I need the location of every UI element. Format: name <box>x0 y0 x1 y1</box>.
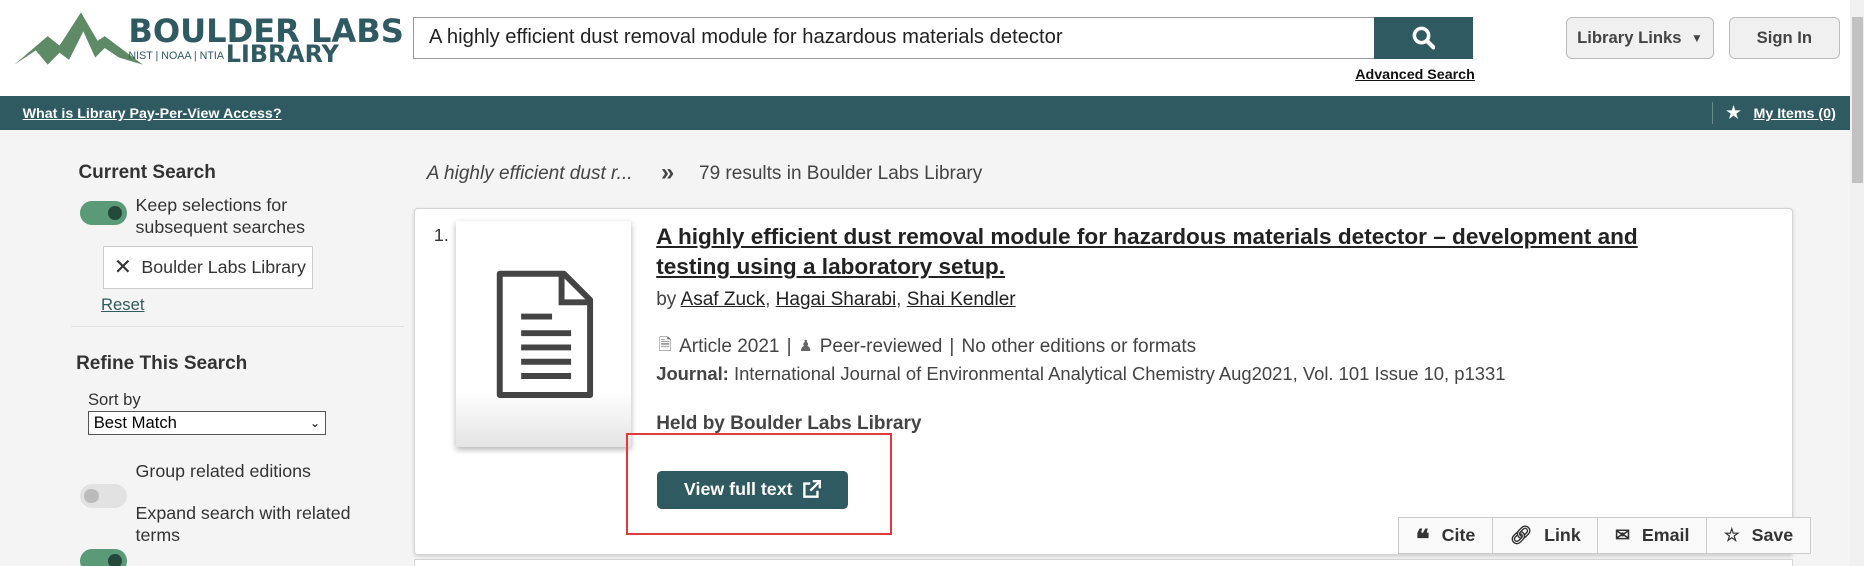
scrollbar-thumb[interactable] <box>1852 16 1863 184</box>
held-by: Held by Boulder Labs Library <box>656 412 922 434</box>
result-actions: ❝ Cite 🔗︎ Link ✉ Email ☆ Save <box>1398 517 1811 554</box>
chevron-down-icon: ⌄ <box>310 416 320 431</box>
reset-link[interactable]: Reset <box>101 294 144 317</box>
next-result-card <box>413 558 1793 566</box>
keep-selections-toggle[interactable] <box>79 200 128 225</box>
result-thumbnail[interactable] <box>456 221 632 447</box>
author-link[interactable]: Asaf Zuck <box>681 289 766 310</box>
link-label: Link <box>1544 525 1581 546</box>
sign-in-button[interactable]: Sign In <box>1728 16 1841 60</box>
current-search-heading: Current Search <box>78 161 216 183</box>
search-icon <box>1412 26 1436 50</box>
chevron-right-icon: » <box>660 159 675 187</box>
link-icon: 🔗︎ <box>1509 525 1533 546</box>
journal: International Journal of Environmental A… <box>733 362 1506 384</box>
group-editions-toggle[interactable] <box>79 483 128 508</box>
refine-heading: Refine This Search <box>76 353 248 375</box>
result-number: 1. <box>433 224 449 245</box>
by-label: by <box>656 288 677 310</box>
authors-line: by Asaf Zuck, Hagai Sharabi, Shai Kendle… <box>656 288 1016 310</box>
link-button[interactable]: 🔗︎ Link <box>1493 518 1599 553</box>
document-icon <box>496 270 593 398</box>
search-button[interactable] <box>1374 16 1473 60</box>
email-label: Email <box>1641 525 1690 546</box>
save-button[interactable]: ☆ Save <box>1707 518 1810 553</box>
quote-icon: ❝ <box>1415 524 1430 556</box>
header: BOULDER LABS NIST | NOAA | NTIA LIBRARY … <box>0 0 1850 97</box>
envelope-icon: ✉ <box>1615 525 1630 546</box>
star-outline-icon: ☆ <box>1723 525 1740 546</box>
divider <box>71 325 405 327</box>
star-icon: ★ <box>1726 103 1742 123</box>
group-editions-label: Group related editions <box>135 461 311 482</box>
article-icon: 🗎 <box>658 334 672 354</box>
keep-selections-label: Keep selections for subsequent searches <box>135 194 305 238</box>
info-bar: What is Library Pay-Per-View Access? ★ M… <box>0 96 1850 130</box>
email-button[interactable]: ✉ Email <box>1598 518 1708 553</box>
logo-mountain-icon <box>14 11 143 65</box>
view-full-text-label: View full text <box>683 479 793 500</box>
close-icon[interactable]: ✕ <box>114 255 132 280</box>
author-link[interactable]: Shai Kendler <box>907 289 1016 310</box>
cite-label: Cite <box>1441 525 1476 546</box>
editions: No other editions or formats <box>961 335 1197 357</box>
author-link[interactable]: Hagai Sharabi <box>776 289 897 310</box>
sort-value: Best Match <box>93 413 177 433</box>
view-full-text-button[interactable]: View full text <box>657 470 848 509</box>
journal-line: Journal: International Journal of Enviro… <box>656 363 1505 385</box>
save-label: Save <box>1751 525 1794 546</box>
pay-per-view-link[interactable]: What is Library Pay-Per-View Access? <box>23 106 282 122</box>
query-breadcrumb[interactable]: A highly efficient dust r... <box>427 163 633 185</box>
filter-chip-label: Boulder Labs Library <box>141 257 306 278</box>
results-count: 79 results in Boulder Labs Library <box>699 162 983 184</box>
expand-search-toggle[interactable] <box>79 549 128 566</box>
peer-reviewed: Peer-reviewed <box>819 335 943 357</box>
library-links-label: Library Links <box>1577 28 1682 48</box>
search-input[interactable]: A highly efficient dust removal module f… <box>412 16 1376 60</box>
sort-label: Sort by <box>87 389 141 409</box>
divider <box>1711 102 1714 124</box>
format: Article 2021 <box>679 335 780 357</box>
format-line: 🗎 Article 2021 | ♟ Peer-reviewed | No ot… <box>659 333 1197 361</box>
peer-reviewed-icon: ♟ <box>798 338 813 356</box>
page: BOULDER LABS NIST | NOAA | NTIA LIBRARY … <box>0 0 1864 566</box>
filter-chip[interactable]: ✕ Boulder Labs Library <box>103 246 313 289</box>
advanced-search-link[interactable]: Advanced Search <box>1355 67 1475 83</box>
sort-select[interactable]: Best Match ⌄ <box>87 411 326 436</box>
caret-down-icon: ▼ <box>1691 31 1703 46</box>
library-links-button[interactable]: Library Links ▼ <box>1565 16 1715 60</box>
external-link-icon <box>803 480 822 499</box>
logo-subtitle: NIST | NOAA | NTIA <box>128 49 224 62</box>
my-items-link[interactable]: My Items (0) <box>1753 106 1835 122</box>
cite-button[interactable]: ❝ Cite <box>1399 518 1493 553</box>
result-title-link[interactable]: A highly efficient dust removal module f… <box>656 222 1690 281</box>
journal-label: Journal: <box>656 362 729 384</box>
expand-search-label: Expand search with related terms <box>135 502 351 546</box>
logo-library: LIBRARY <box>225 40 339 69</box>
